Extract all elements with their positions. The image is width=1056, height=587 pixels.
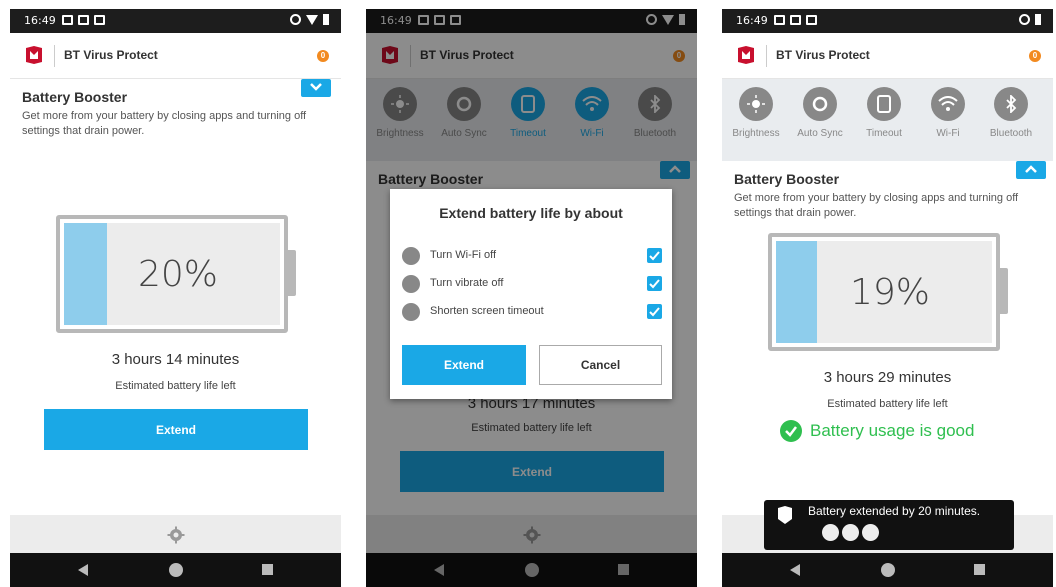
toast-setting-icons xyxy=(822,524,879,541)
battery-level-fill xyxy=(776,241,818,343)
collapse-chevron-button[interactable] xyxy=(1016,161,1046,179)
home-icon[interactable] xyxy=(880,563,895,577)
nav-bar xyxy=(722,553,1053,587)
timeout-icon xyxy=(867,87,901,121)
qs-label: Auto Sync xyxy=(797,128,843,139)
battery-status-text: Battery usage is good xyxy=(810,421,975,440)
time-left: 3 hours 14 minutes xyxy=(111,351,240,368)
checkbox-checked-icon[interactable] xyxy=(647,304,662,319)
dialog-title: Extend battery life by about xyxy=(439,205,623,221)
option-label: Turn vibrate off xyxy=(430,277,504,289)
status-bar: 16:49 xyxy=(10,9,341,33)
quick-settings-row: Brightness Auto Sync Timeout Wi-Fi Bluet… xyxy=(722,79,1053,161)
timeout-icon xyxy=(402,303,420,321)
checkbox-checked-icon[interactable] xyxy=(647,276,662,291)
option-vibrate-off[interactable]: Turn vibrate off xyxy=(402,273,662,295)
back-icon[interactable] xyxy=(790,564,800,576)
timeout-icon xyxy=(862,524,879,541)
qs-auto-sync[interactable]: Auto Sync xyxy=(789,87,851,139)
qs-label: Brightness xyxy=(732,128,780,139)
wifi-icon xyxy=(822,524,839,541)
shield-icon xyxy=(778,506,792,524)
wifi-icon xyxy=(402,247,420,265)
qs-bluetooth[interactable]: Bluetooth xyxy=(980,87,1042,139)
status-time: 16:49 xyxy=(24,14,56,27)
brightness-icon xyxy=(739,87,773,121)
qs-label: Bluetooth xyxy=(989,128,1033,139)
expand-chevron-button[interactable] xyxy=(301,79,331,97)
app-bar: BT Virus Protect 0 xyxy=(722,33,1053,79)
battery-percentage: 20% xyxy=(138,254,219,295)
option-label: Turn Wi-Fi off xyxy=(430,249,497,261)
app-bar-divider xyxy=(54,45,55,67)
extend-dialog: Extend battery life by about Turn Wi-Fi … xyxy=(390,189,672,399)
section-description: Get more from your battery by closing ap… xyxy=(22,110,307,137)
option-wifi-off[interactable]: Turn Wi-Fi off xyxy=(402,245,662,267)
app-logo-icon xyxy=(26,46,42,64)
qs-timeout[interactable]: Timeout xyxy=(853,87,915,139)
battery-percentage: 19% xyxy=(850,272,931,313)
time-left-caption: Estimated battery life left xyxy=(115,380,236,392)
status-time: 16:49 xyxy=(736,14,768,27)
home-icon[interactable] xyxy=(168,563,183,577)
system-icons xyxy=(290,14,329,25)
time-left-caption: Estimated battery life left xyxy=(827,398,948,410)
time-left: 3 hours 29 minutes xyxy=(823,369,952,386)
qs-brightness[interactable]: Brightness xyxy=(725,87,787,139)
check-circle-icon xyxy=(780,420,802,442)
battery-cap xyxy=(288,250,296,296)
extend-button[interactable]: Extend xyxy=(44,409,308,450)
bluetooth-icon xyxy=(994,87,1028,121)
notification-badge[interactable]: 0 xyxy=(1029,50,1041,62)
battery-level-fill xyxy=(64,223,108,325)
phone-screen-1: 16:49 BT Virus Protect 0 Battery Booster… xyxy=(10,9,341,587)
toast-notification: Battery extended by 20 minutes. xyxy=(764,500,1014,550)
qs-label: Wi-Fi xyxy=(936,128,960,139)
notification-icons xyxy=(774,15,817,25)
app-title: BT Virus Protect xyxy=(776,48,870,62)
app-logo-icon xyxy=(738,46,754,64)
chevron-up-icon xyxy=(1025,165,1037,173)
nav-bar xyxy=(10,553,341,587)
back-icon[interactable] xyxy=(78,564,88,576)
dialog-cancel-button[interactable]: Cancel xyxy=(539,345,662,385)
sync-icon xyxy=(803,87,837,121)
toast-text: Battery extended by 20 minutes. xyxy=(808,504,981,518)
gear-icon[interactable] xyxy=(167,526,185,544)
recents-icon[interactable] xyxy=(262,564,273,575)
vibrate-icon xyxy=(402,275,420,293)
battery-cap xyxy=(1000,268,1008,314)
app-bar: BT Virus Protect 0 xyxy=(10,33,341,79)
qs-wifi[interactable]: Wi-Fi xyxy=(917,87,979,139)
phone-screen-3: 16:49 BT Virus Protect 0 Brightness Auto… xyxy=(722,9,1053,587)
option-label: Shorten screen timeout xyxy=(430,305,544,317)
notification-badge[interactable]: 0 xyxy=(317,50,329,62)
section-title: Battery Booster xyxy=(22,89,128,105)
app-bar-divider xyxy=(766,45,767,67)
status-bar: 16:49 xyxy=(722,9,1053,33)
chevron-down-icon xyxy=(310,83,322,91)
wifi-icon xyxy=(931,87,965,121)
app-title: BT Virus Protect xyxy=(64,48,158,62)
system-icons xyxy=(1019,14,1041,25)
notification-icons xyxy=(62,15,105,25)
checkbox-checked-icon[interactable] xyxy=(647,248,662,263)
vibrate-icon xyxy=(842,524,859,541)
section-title: Battery Booster xyxy=(734,171,840,187)
dialog-extend-button[interactable]: Extend xyxy=(402,345,526,385)
phone-screen-2: 16:49 BT Virus Protect 0 Brightness Auto… xyxy=(366,9,697,587)
bottom-tray xyxy=(10,515,341,555)
section-description: Get more from your battery by closing ap… xyxy=(734,192,1019,219)
recents-icon[interactable] xyxy=(974,564,985,575)
option-screen-timeout[interactable]: Shorten screen timeout xyxy=(402,301,662,323)
qs-label: Timeout xyxy=(866,128,902,139)
